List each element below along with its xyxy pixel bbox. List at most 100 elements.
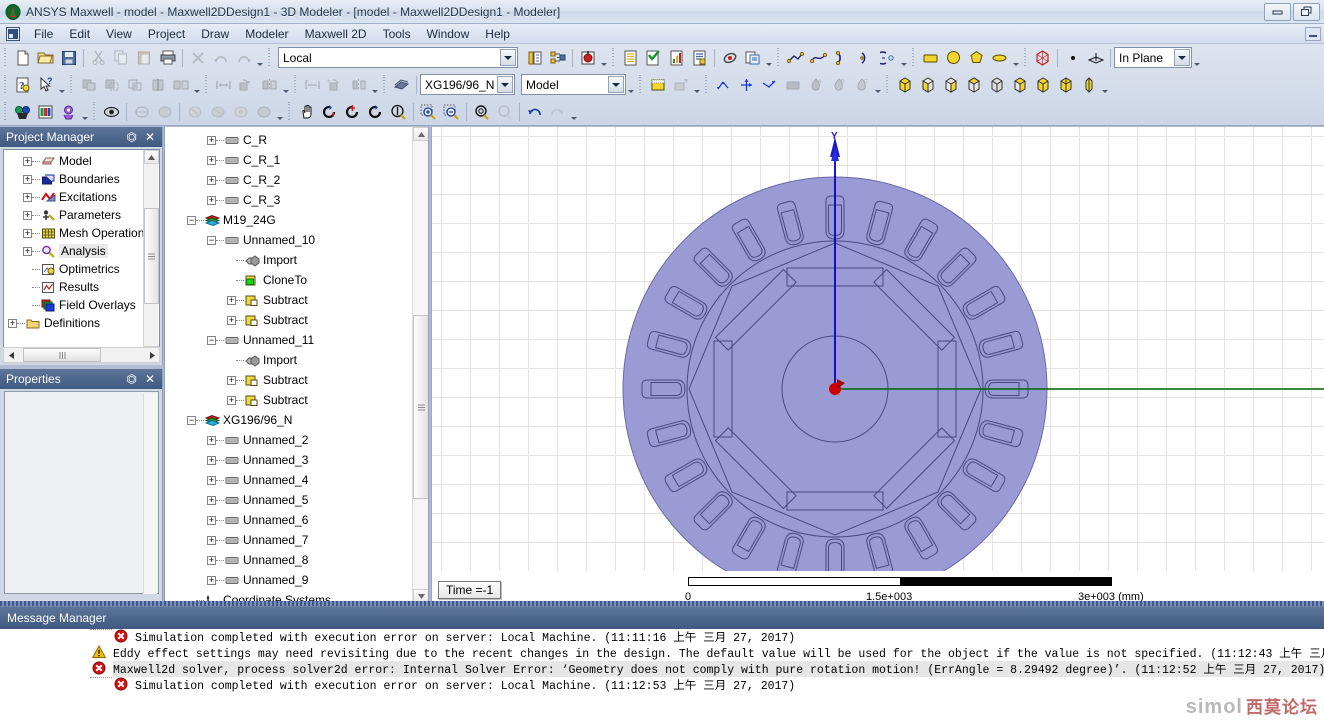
pan-icon[interactable] [295, 101, 318, 123]
view-front-icon[interactable] [916, 74, 939, 96]
expand-toggle-icon[interactable]: + [207, 555, 216, 565]
toolbar-overflow-17[interactable] [569, 102, 578, 122]
tree-item[interactable]: Import [165, 250, 428, 270]
toolbar-overflow-2[interactable] [599, 48, 608, 68]
message-row[interactable]: Simulation completed with execution erro… [0, 677, 1324, 693]
duplicate-mirror-icon[interactable]: + [301, 74, 324, 96]
toolbar-grip[interactable] [286, 101, 293, 122]
duplicate-along-line-icon[interactable] [347, 74, 370, 96]
toolbar-overflow-13[interactable] [873, 75, 882, 95]
toolbar-overflow-15[interactable] [80, 102, 89, 122]
pin-icon[interactable]: ⏣ [126, 131, 136, 143]
toolbar-grip[interactable] [266, 47, 273, 68]
tree-item[interactable]: CloneTo [165, 270, 428, 290]
tree-item[interactable]: + Unnamed_2 [165, 430, 428, 450]
design-combo[interactable]: XG196/96_N [420, 74, 515, 95]
tree-item[interactable]: + Unnamed_5 [165, 490, 428, 510]
expand-toggle-icon[interactable]: + [23, 210, 32, 220]
field-line-icon[interactable] [758, 74, 781, 96]
tree-item[interactable]: + Subtract [165, 390, 428, 410]
view-right-icon[interactable] [985, 74, 1008, 96]
collapse-toggle-icon[interactable]: − [207, 335, 216, 345]
tree-item[interactable]: Field Overlays [4, 296, 159, 314]
expand-toggle-icon[interactable]: + [207, 455, 216, 465]
new-icon[interactable] [11, 47, 34, 69]
fit-selection-icon[interactable] [493, 101, 516, 123]
toolbar-overflow-7[interactable] [57, 75, 66, 95]
separate-icon[interactable] [169, 74, 192, 96]
visibility-icon[interactable] [100, 101, 123, 123]
toolbar-grip[interactable] [910, 47, 917, 68]
expand-toggle-icon[interactable]: + [23, 156, 32, 166]
close-icon[interactable]: ✕ [145, 131, 155, 143]
animate-icon[interactable] [718, 47, 741, 69]
toolbar-grip[interactable] [68, 74, 75, 95]
tree-item[interactable]: + Model [4, 152, 159, 170]
tree-item[interactable]: + C_R_1 [165, 150, 428, 170]
project-manager-tree[interactable]: + Model + Boundaries + Excitations + Parameters… [3, 149, 160, 361]
toolbar-overflow-1[interactable] [255, 48, 264, 68]
menu-help[interactable]: Help [477, 26, 518, 42]
tree-item[interactable]: + Mesh Operations [4, 224, 159, 242]
tree-item[interactable]: + Excitations [4, 188, 159, 206]
message-list[interactable]: Simulation completed with execution erro… [0, 629, 1324, 721]
toolbar-grip[interactable] [884, 74, 891, 95]
field-b-icon[interactable]: B [827, 74, 850, 96]
mesh-settings-icon[interactable] [669, 74, 692, 96]
view-back-icon[interactable] [939, 74, 962, 96]
toolbar-grip[interactable] [775, 47, 782, 68]
toolbar-overflow-8[interactable] [192, 75, 201, 95]
list-icon[interactable] [619, 47, 642, 69]
expand-toggle-icon[interactable]: + [207, 495, 216, 505]
expand-toggle-icon[interactable]: + [207, 475, 216, 485]
menu-edit[interactable]: Edit [61, 26, 98, 42]
menu-view[interactable]: View [98, 26, 140, 42]
tree-item[interactable]: + Parameters [4, 206, 159, 224]
tree-item[interactable]: + C_R_2 [165, 170, 428, 190]
expand-toggle-icon[interactable]: + [207, 155, 216, 165]
dynamic-rotate-icon[interactable] [364, 101, 387, 123]
expand-toggle-icon[interactable]: + [227, 315, 236, 325]
tree-item[interactable]: − Unnamed_11 [165, 330, 428, 350]
scroll-left-button[interactable] [4, 351, 18, 359]
expand-toggle-icon[interactable]: + [23, 174, 32, 184]
menu-maxwell-2d[interactable]: Maxwell 2D [297, 26, 375, 42]
toolbar-overflow-16[interactable] [275, 102, 284, 122]
split-icon[interactable] [146, 74, 169, 96]
tree-item[interactable]: + Unnamed_6 [165, 510, 428, 530]
expand-toggle-icon[interactable]: + [227, 375, 236, 385]
cs-object-icon[interactable] [546, 47, 569, 69]
render-shaded-icon[interactable] [206, 101, 229, 123]
mesh-plot-icon[interactable] [646, 74, 669, 96]
delete-icon[interactable] [186, 47, 209, 69]
minimize-button[interactable] [1264, 2, 1291, 21]
zoom-in-icon[interactable] [417, 101, 440, 123]
duplicate-rotate-icon[interactable]: + [324, 74, 347, 96]
menu-project[interactable]: Project [140, 26, 193, 42]
arc-3pt-icon[interactable] [830, 47, 853, 69]
tree-item[interactable]: + Unnamed_3 [165, 450, 428, 470]
sweep-icon[interactable] [390, 74, 413, 96]
toolbar-overflow-10[interactable] [370, 75, 379, 95]
properties-grid[interactable] [4, 391, 159, 594]
scroll-right-button[interactable] [145, 351, 159, 359]
fit-all-icon[interactable] [470, 101, 493, 123]
select-face-icon[interactable] [34, 101, 57, 123]
help-icon[interactable]: ? [11, 74, 34, 96]
toolbar-grip[interactable] [381, 74, 388, 95]
message-row[interactable]: Maxwell2d solver, process solver2d error… [0, 661, 1324, 677]
toolbar-overflow-9[interactable] [281, 75, 290, 95]
render-smooth-icon[interactable] [153, 101, 176, 123]
chevron-down-icon[interactable] [608, 76, 624, 93]
pin-icon[interactable]: ⏣ [126, 373, 136, 385]
expand-toggle-icon[interactable]: + [23, 246, 32, 256]
coordinate-system-combo[interactable]: Local [278, 47, 518, 68]
validate-icon[interactable] [642, 47, 665, 69]
toolbar-overflow-6[interactable] [1192, 48, 1201, 68]
expand-toggle-icon[interactable]: + [23, 192, 32, 202]
expand-toggle-icon[interactable]: + [227, 395, 236, 405]
toolbar-grip[interactable] [203, 74, 210, 95]
scroll-up-button[interactable] [144, 150, 159, 164]
expand-toggle-icon[interactable]: + [207, 195, 216, 205]
restore-button[interactable] [1293, 2, 1320, 21]
